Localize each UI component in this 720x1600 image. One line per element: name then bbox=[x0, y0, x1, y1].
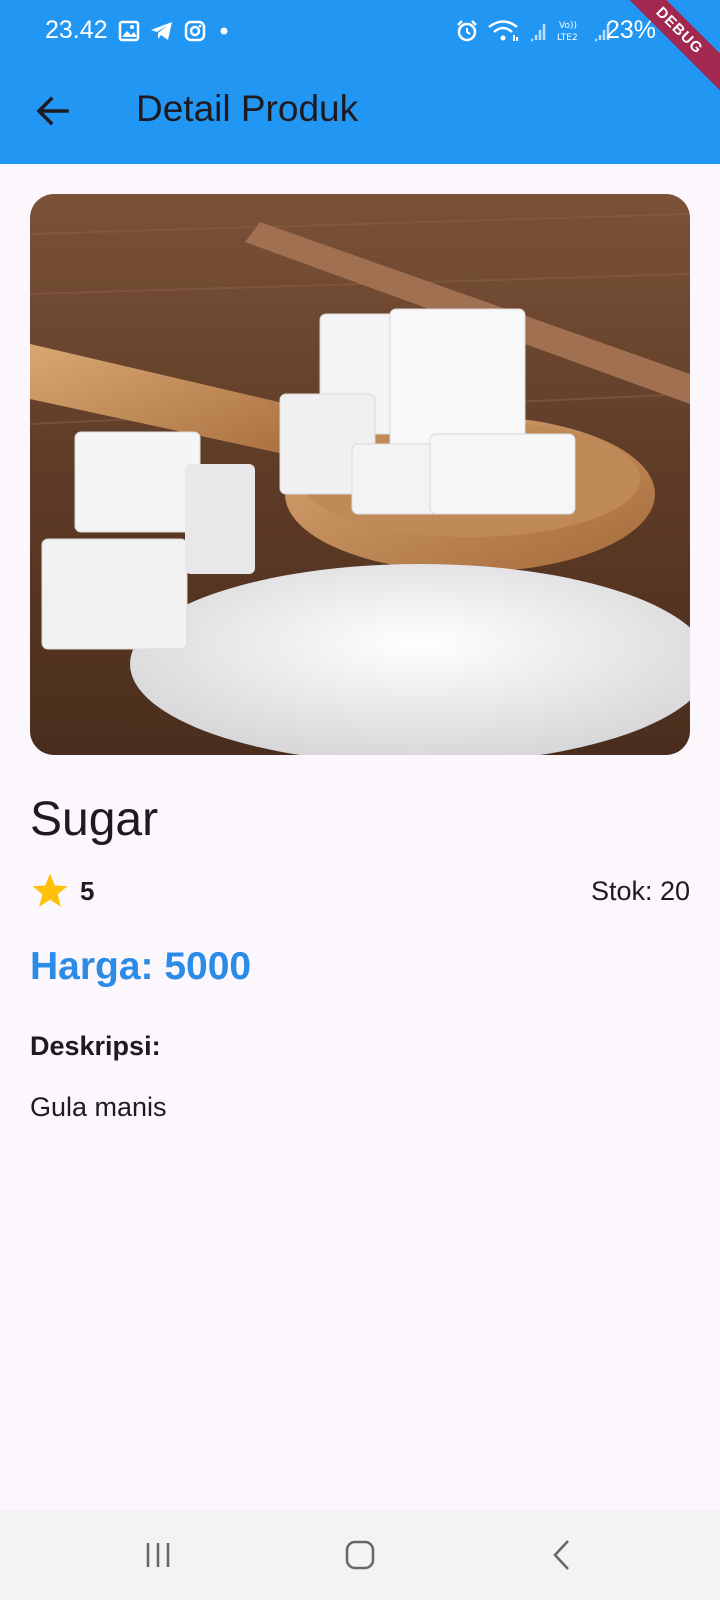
price-label: Harga: 5000 bbox=[30, 945, 252, 988]
dot-icon bbox=[220, 27, 228, 35]
product-name: Sugar bbox=[30, 793, 159, 846]
instagram-icon bbox=[184, 20, 206, 42]
page-title: Detail Produk bbox=[136, 88, 359, 129]
gallery-icon bbox=[118, 20, 140, 42]
rating: 5 bbox=[30, 872, 94, 910]
wifi-icon bbox=[488, 20, 518, 41]
recents-button[interactable] bbox=[118, 1530, 198, 1580]
recents-icon bbox=[146, 1543, 170, 1567]
status-bar: 23.42 Vo)) LTE2 23% DEBUG bbox=[0, 0, 720, 101]
home-button[interactable] bbox=[320, 1530, 400, 1580]
app-bar: 23.42 Vo)) LTE2 23% DEBUG Detail Produk bbox=[0, 0, 720, 164]
system-back-button[interactable] bbox=[522, 1530, 602, 1580]
description-text: Gula manis bbox=[30, 1092, 167, 1122]
svg-text:LTE2: LTE2 bbox=[557, 33, 578, 43]
svg-text:Vo)): Vo)) bbox=[559, 21, 577, 31]
description-label: Deskripsi: bbox=[30, 1031, 161, 1061]
volte-icon: Vo)) LTE2 bbox=[557, 21, 578, 43]
stock-label: Stok: 20 bbox=[590, 876, 690, 906]
home-icon bbox=[345, 1540, 375, 1570]
telegram-icon bbox=[151, 22, 172, 40]
star-icon bbox=[32, 873, 68, 907]
back-icon bbox=[553, 1540, 569, 1570]
rating-value: 5 bbox=[80, 875, 95, 906]
back-button[interactable] bbox=[28, 86, 78, 136]
alarm-icon bbox=[457, 20, 477, 42]
battery-percentage: 23% bbox=[606, 16, 657, 44]
signal-icon bbox=[531, 24, 546, 42]
status-time: 23.42 bbox=[45, 16, 108, 44]
arrow-left-icon bbox=[36, 96, 69, 126]
system-nav-bar bbox=[0, 1510, 720, 1600]
product-image bbox=[30, 194, 690, 755]
